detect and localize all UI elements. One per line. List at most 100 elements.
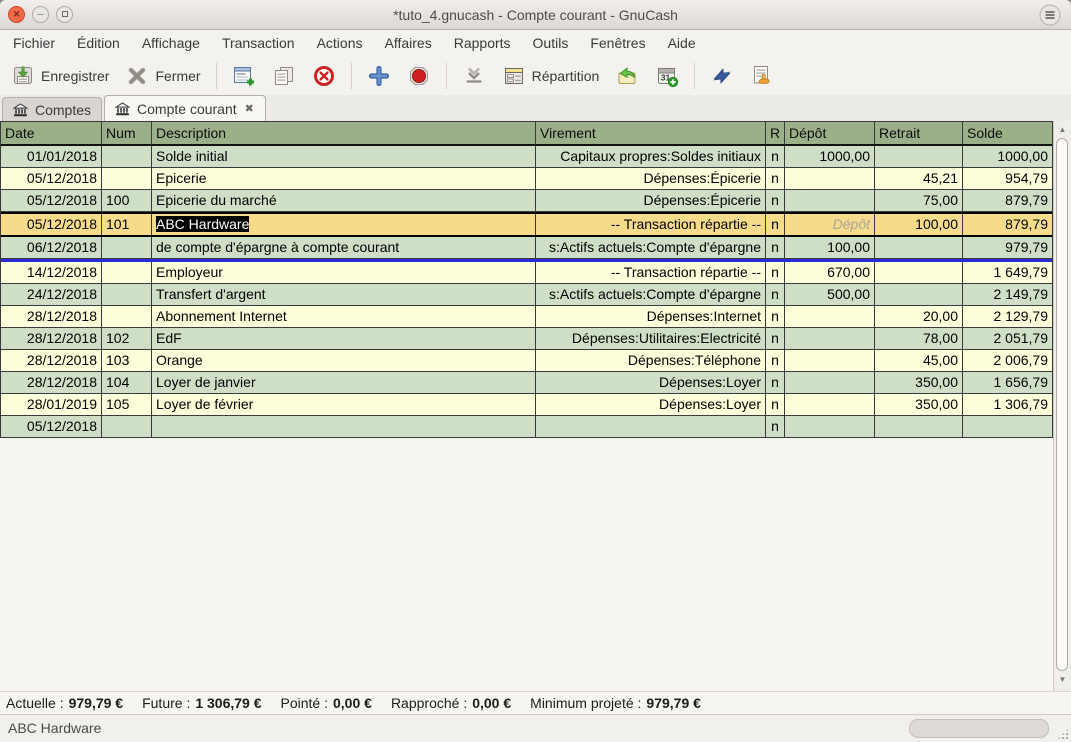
cell-withdrawal[interactable] [875,416,963,437]
transaction-row[interactable]: 28/12/2018 Abonnement InternetDépenses:In… [1,306,1052,328]
cell-r[interactable]: n [766,237,785,258]
cell-description[interactable]: Epicerie du marché [152,190,536,211]
vertical-scrollbar[interactable]: ▲ ▼ [1053,121,1071,691]
cell-description[interactable]: EdF [152,328,536,349]
cell-withdrawal[interactable]: 75,00 [875,190,963,211]
cell-date[interactable]: 14/12/2018 [1,262,102,283]
transaction-row[interactable]: 01/01/2018Solde initialCapitaux propres:… [1,146,1052,168]
cell-r[interactable]: n [766,306,785,327]
split-button[interactable]: Répartition [495,60,607,92]
cell-deposit[interactable] [785,306,875,327]
cell-transfer[interactable]: Dépenses:Téléphone [536,350,766,371]
cell-r[interactable]: n [766,190,785,211]
cell-balance[interactable]: 2 051,79 [963,328,1052,349]
cell-num[interactable]: 105 [102,394,152,415]
cell-description[interactable]: Employeur [152,262,536,283]
exchange-button[interactable] [703,60,741,92]
cell-description[interactable]: de compte d'épargne à compte courant [152,237,536,258]
cell-num[interactable] [102,284,152,305]
cell-balance[interactable]: 1 649,79 [963,262,1052,283]
window-menu-button[interactable] [1039,4,1061,26]
cell-transfer[interactable]: Capitaux propres:Soldes initiaux [536,146,766,167]
cell-transfer[interactable]: s:Actifs actuels:Compte d'épargne [536,237,766,258]
cell-num[interactable]: 100 [102,190,152,211]
cell-withdrawal[interactable] [875,262,963,283]
menu-actions[interactable]: Actions [306,30,374,56]
cell-num[interactable]: 101 [102,214,152,235]
cell-deposit[interactable] [785,190,875,211]
cell-r[interactable]: n [766,168,785,189]
cell-balance[interactable]: 879,79 [963,190,1052,211]
cell-deposit[interactable]: 100,00 [785,237,875,258]
cell-balance[interactable] [963,416,1052,437]
cell-balance[interactable]: 954,79 [963,168,1052,189]
cell-r[interactable]: n [766,284,785,305]
transaction-row[interactable]: 06/12/2018de compte d'épargne à compte c… [1,237,1052,259]
cell-deposit[interactable] [785,168,875,189]
cell-description[interactable]: Transfert d'argent [152,284,536,305]
cell-transfer[interactable]: -- Transaction répartie -- [536,262,766,283]
column-header-virement[interactable]: Virement [536,122,766,144]
menu-affichage[interactable]: Affichage [131,30,211,56]
transaction-row[interactable]: 28/12/2018104Loyer de janvierDépenses:Lo… [1,372,1052,394]
cell-description[interactable]: Abonnement Internet [152,306,536,327]
transaction-row[interactable]: 28/12/2018103OrangeDépenses:Téléphonen45… [1,350,1052,372]
column-header-description[interactable]: Description [152,122,536,144]
menu-outils[interactable]: Outils [522,30,580,56]
cell-date[interactable]: 24/12/2018 [1,284,102,305]
cell-date[interactable]: 28/12/2018 [1,350,102,371]
cell-r[interactable]: n [766,372,785,393]
cell-date[interactable]: 05/12/2018 [1,214,102,235]
cell-num[interactable] [102,306,152,327]
cell-balance[interactable]: 979,79 [963,237,1052,258]
transaction-row[interactable]: 28/12/2018102EdFDépenses:Utilitaires:Ele… [1,328,1052,350]
transaction-row[interactable]: 05/12/2018EpicerieDépenses:Épicerien45,2… [1,168,1052,190]
menu-fichier[interactable]: Fichier [2,30,66,56]
menu-transaction[interactable]: Transaction [211,30,306,56]
cell-transfer[interactable] [536,416,766,437]
cell-r[interactable]: n [766,350,785,371]
save-button[interactable]: Enregistrer [4,60,116,92]
cell-withdrawal[interactable] [875,146,963,167]
new-transaction-button[interactable] [225,60,263,92]
jump-button[interactable] [743,60,781,92]
cell-description[interactable]: Orange [152,350,536,371]
cell-transfer[interactable]: Dépenses:Épicerie [536,190,766,211]
cell-description[interactable]: Loyer de janvier [152,372,536,393]
cell-withdrawal[interactable]: 100,00 [875,214,963,235]
scroll-up-arrow-icon[interactable]: ▲ [1054,122,1071,138]
cell-balance[interactable]: 2 149,79 [963,284,1052,305]
cell-description[interactable]: Loyer de février [152,394,536,415]
column-header-solde[interactable]: Solde [963,122,1052,144]
cell-deposit[interactable] [785,350,875,371]
cell-num[interactable] [102,416,152,437]
cell-deposit[interactable]: 670,00 [785,262,875,283]
cell-num[interactable] [102,146,152,167]
column-header-num[interactable]: Num [102,122,152,144]
cell-date[interactable]: 05/12/2018 [1,168,102,189]
cell-balance[interactable]: 1 656,79 [963,372,1052,393]
cell-transfer[interactable]: Dépenses:Utilitaires:Electricité [536,328,766,349]
transaction-row[interactable]: 05/12/2018100Epicerie du marchéDépenses:… [1,190,1052,212]
scrollbar-thumb[interactable] [1056,138,1068,671]
cell-r[interactable]: n [766,328,785,349]
cell-withdrawal[interactable]: 45,21 [875,168,963,189]
cell-transfer[interactable]: Dépenses:Loyer [536,372,766,393]
window-close-button[interactable]: ✕ [8,6,25,23]
cell-r[interactable]: n [766,146,785,167]
cell-description[interactable]: Solde initial [152,146,536,167]
cell-withdrawal[interactable]: 45,00 [875,350,963,371]
cell-date[interactable]: 05/12/2018 [1,190,102,211]
cell-balance[interactable]: 2 129,79 [963,306,1052,327]
cell-deposit[interactable] [785,328,875,349]
cell-transfer[interactable]: s:Actifs actuels:Compte d'épargne [536,284,766,305]
cell-transfer[interactable]: Dépenses:Internet [536,306,766,327]
enter-transaction-button[interactable] [360,60,398,92]
column-header-date[interactable]: Date [1,122,102,144]
cell-withdrawal[interactable]: 350,00 [875,394,963,415]
close-tab-button[interactable]: Fermer [118,60,207,92]
cell-withdrawal[interactable]: 20,00 [875,306,963,327]
menu-fenêtres[interactable]: Fenêtres [579,30,656,56]
cell-date[interactable]: 05/12/2018 [1,416,102,437]
cell-date[interactable]: 28/12/2018 [1,306,102,327]
